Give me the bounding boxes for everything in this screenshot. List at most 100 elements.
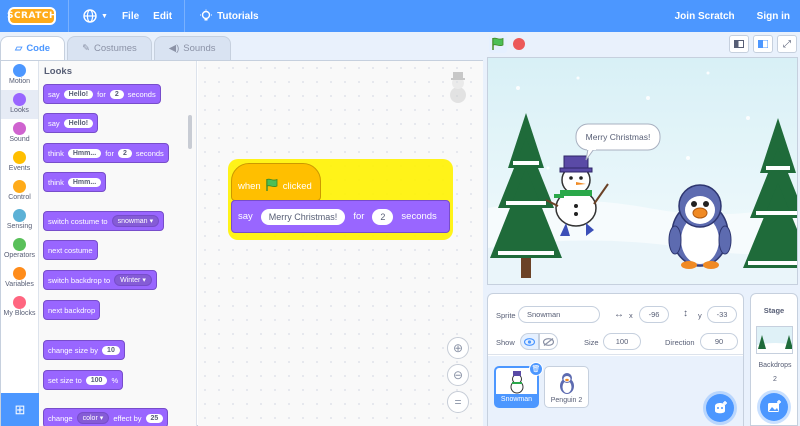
block-text: set size to bbox=[48, 375, 82, 385]
category-control[interactable]: Control bbox=[1, 177, 38, 206]
category-operators[interactable]: Operators bbox=[1, 235, 38, 264]
extension-icon: ⊞ bbox=[14, 402, 26, 417]
tab-costumes[interactable]: ✎ Costumes bbox=[67, 36, 152, 60]
block-change-effect[interactable]: change color ▾ effect by 25 bbox=[43, 408, 169, 426]
block-switch-backdrop[interactable]: switch backdrop to Winter ▾ bbox=[43, 270, 157, 290]
sprite-name-input[interactable]: Snowman bbox=[518, 306, 600, 323]
block-input[interactable]: 25 bbox=[145, 413, 164, 423]
y-input[interactable]: -33 bbox=[707, 306, 737, 323]
stop-button[interactable] bbox=[513, 38, 525, 50]
block-set-size[interactable]: set size to 100 % bbox=[43, 370, 124, 390]
category-label: My Blocks bbox=[3, 310, 36, 317]
block-input[interactable]: 10 bbox=[102, 345, 120, 355]
file-menu[interactable]: File bbox=[122, 0, 139, 32]
effect-dropdown[interactable]: color ▾ bbox=[76, 412, 110, 424]
block-switch-costume[interactable]: switch costume to snowman ▾ bbox=[43, 211, 165, 231]
lightbulb-icon bbox=[200, 9, 213, 21]
x-input[interactable]: -96 bbox=[639, 306, 669, 323]
stage-canvas[interactable]: Merry Christmas! bbox=[487, 57, 798, 285]
category-events[interactable]: Events bbox=[1, 148, 38, 177]
menu-bar: SCRATCH ▼ File Edit Tutorials Join Scrat… bbox=[0, 0, 800, 32]
script-workspace[interactable]: when clicked say Merry Christmas! for 2 … bbox=[198, 61, 483, 426]
large-stage-button[interactable] bbox=[753, 35, 773, 53]
block-next-costume[interactable]: next costume bbox=[43, 240, 98, 260]
delete-sprite-button[interactable]: 🗑 bbox=[529, 362, 543, 376]
category-motion[interactable]: Motion bbox=[1, 61, 38, 90]
block-when-flag-clicked[interactable]: when clicked bbox=[231, 163, 321, 201]
add-backdrop-button[interactable] bbox=[760, 393, 788, 421]
zoom-reset-button[interactable]: = bbox=[447, 391, 469, 413]
zoom-in-button[interactable]: ⊕ bbox=[447, 337, 469, 359]
variables-dot-icon bbox=[13, 267, 26, 280]
small-stage-icon bbox=[734, 40, 744, 48]
green-flag-button[interactable] bbox=[489, 35, 507, 53]
backdrops-count: 2 bbox=[773, 376, 777, 383]
category-variables[interactable]: Variables bbox=[1, 264, 38, 293]
show-label: Show bbox=[496, 338, 515, 347]
fullscreen-button[interactable]: ⤢ bbox=[777, 35, 797, 53]
block-input[interactable]: 2 bbox=[109, 89, 124, 99]
language-menu[interactable]: ▼ bbox=[83, 0, 108, 32]
script-when-flag-clicked[interactable]: when clicked say Merry Christmas! for 2 … bbox=[228, 159, 453, 240]
costume-dropdown[interactable]: snowman ▾ bbox=[111, 215, 160, 227]
block-think-for-secs[interactable]: think Hmm... for 2 seconds bbox=[43, 143, 169, 163]
tab-costumes-label: Costumes bbox=[94, 43, 137, 54]
say-secs-input[interactable]: 2 bbox=[372, 208, 394, 225]
sign-in-link[interactable]: Sign in bbox=[757, 11, 790, 22]
block-text: next backdrop bbox=[48, 305, 96, 315]
backdrop-dropdown[interactable]: Winter ▾ bbox=[114, 274, 152, 286]
block-input[interactable]: Hello! bbox=[63, 89, 94, 99]
sprite-thumb-snowman[interactable]: Snowman 🗑 bbox=[494, 362, 543, 408]
join-scratch-link[interactable]: Join Scratch bbox=[675, 11, 735, 22]
tab-sounds[interactable]: ◀) Sounds bbox=[153, 36, 231, 60]
show-hidden-button[interactable] bbox=[539, 333, 558, 350]
tutorials-menu[interactable]: Tutorials bbox=[199, 0, 259, 32]
block-say-for-secs-script[interactable]: say Merry Christmas! for 2 seconds bbox=[231, 200, 450, 233]
edit-menu[interactable]: Edit bbox=[153, 0, 172, 32]
block-input[interactable]: Hmm... bbox=[67, 177, 102, 187]
sprite-thumb-penguin-2[interactable]: Penguin 2 bbox=[544, 366, 589, 408]
block-text: next costume bbox=[48, 245, 93, 255]
add-backdrop-icon bbox=[768, 400, 781, 412]
fullscreen-icon: ⤢ bbox=[783, 38, 791, 50]
editor-tabs: ▱ Code ✎ Costumes ◀) Sounds bbox=[0, 36, 233, 60]
add-extension-button[interactable]: ⊞ bbox=[1, 393, 39, 426]
stage-thumb-scene bbox=[757, 327, 792, 353]
category-sound[interactable]: Sound bbox=[1, 119, 38, 148]
stage-selector-pane[interactable]: Stage Backdrops 2 bbox=[750, 293, 798, 426]
block-input[interactable]: 100 bbox=[85, 375, 108, 385]
direction-input[interactable]: 90 bbox=[700, 333, 738, 350]
menu-separator bbox=[184, 0, 186, 32]
add-sprite-button[interactable] bbox=[706, 394, 734, 422]
show-visible-button[interactable] bbox=[520, 333, 539, 350]
green-flag-icon bbox=[265, 178, 278, 191]
block-input[interactable]: 2 bbox=[117, 148, 132, 158]
block-input[interactable]: Hmm... bbox=[67, 148, 102, 158]
say-message-input[interactable]: Merry Christmas! bbox=[260, 208, 346, 225]
small-stage-button[interactable] bbox=[729, 35, 749, 53]
size-input[interactable]: 100 bbox=[603, 333, 641, 350]
file-menu-label: File bbox=[121, 10, 140, 22]
tab-code[interactable]: ▱ Code bbox=[0, 36, 66, 60]
scratch-logo[interactable]: SCRATCH bbox=[7, 7, 57, 25]
zoom-out-button[interactable]: ⊖ bbox=[447, 364, 469, 386]
block-think[interactable]: think Hmm... bbox=[43, 172, 107, 192]
block-say-for-secs[interactable]: say Hello! for 2 seconds bbox=[43, 84, 161, 104]
y-arrow-icon: ↕ bbox=[683, 308, 688, 319]
stage-thumbnail[interactable] bbox=[756, 326, 793, 354]
block-say[interactable]: say Hello! bbox=[43, 113, 99, 133]
palette-scrollbar[interactable] bbox=[188, 115, 192, 149]
category-looks[interactable]: Looks bbox=[1, 90, 38, 119]
block-input[interactable]: Hello! bbox=[63, 118, 94, 128]
category-sensing[interactable]: Sensing bbox=[1, 206, 38, 235]
operators-dot-icon bbox=[13, 238, 26, 251]
equals-icon: = bbox=[454, 395, 462, 409]
block-next-backdrop[interactable]: next backdrop bbox=[43, 300, 101, 320]
block-text: change bbox=[48, 413, 73, 423]
code-editor: Motion Looks Sound Events Control Sensin… bbox=[0, 60, 483, 426]
category-label: Sensing bbox=[6, 223, 33, 230]
category-my-blocks[interactable]: My Blocks bbox=[1, 293, 38, 322]
globe-icon bbox=[83, 9, 97, 23]
block-change-size[interactable]: change size by 10 bbox=[43, 340, 125, 360]
block-text: think bbox=[48, 177, 64, 187]
